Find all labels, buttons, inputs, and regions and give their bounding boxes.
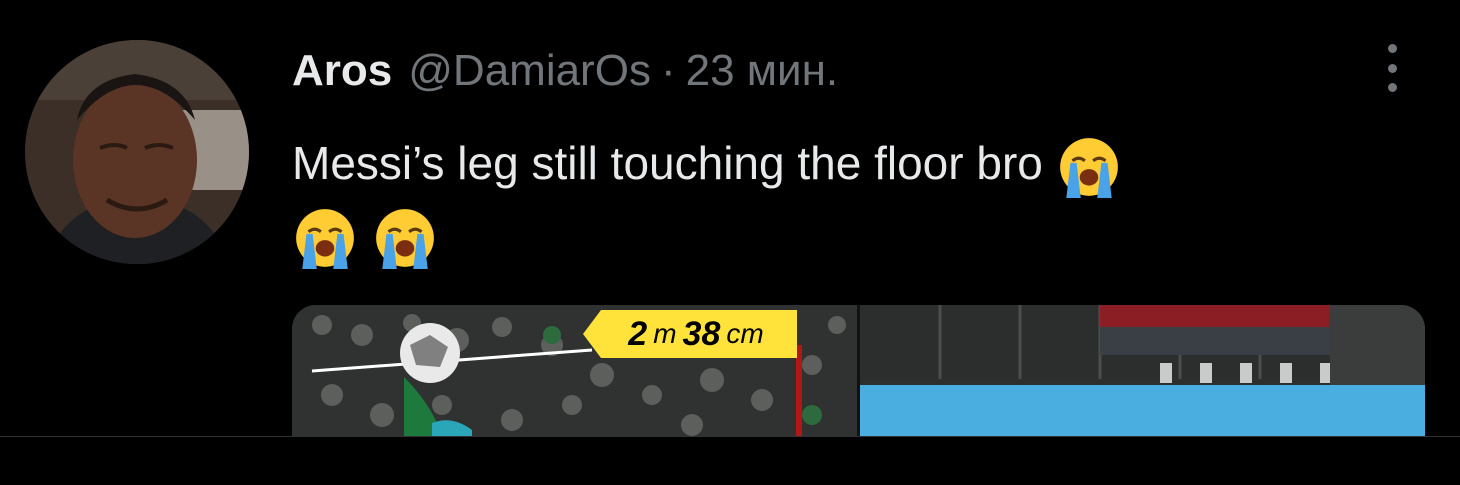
tweet-media[interactable] <box>292 305 1425 436</box>
tweet-text-content: Messi’s leg still touching the floor bro <box>292 137 1043 189</box>
tweet[interactable]: Aros @DamiarOs · 23 мин. Messi’s leg sti… <box>0 0 1460 436</box>
avatar[interactable] <box>25 40 249 264</box>
loudly-crying-face-emoji <box>376 209 434 269</box>
loudly-crying-face-emoji <box>1059 137 1118 198</box>
author-name[interactable]: Aros <box>292 46 392 96</box>
distance-measurement-tag: 2 m 38 cm <box>583 310 797 358</box>
measure-meters-value: 2 <box>628 314 648 353</box>
measure-centimeters-unit: cm <box>726 318 764 349</box>
author-handle[interactable]: @DamiarOs <box>408 46 651 96</box>
loudly-crying-face-emoji <box>296 209 354 269</box>
separator-dot: · <box>660 46 676 95</box>
divider <box>0 436 1460 437</box>
tweet-text: Messi’s leg still touching the floor bro <box>292 122 1432 204</box>
more-vertical-icon[interactable] <box>1376 40 1408 96</box>
tweet-emoji-row <box>292 205 438 271</box>
tweet-timestamp[interactable]: 23 мин. <box>686 46 839 96</box>
measure-centimeters-value: 38 <box>682 314 721 353</box>
tweet-header: Aros @DamiarOs · 23 мин. <box>292 46 838 106</box>
measure-meters-unit: m <box>653 318 677 349</box>
media-image-right[interactable] <box>860 305 1425 436</box>
